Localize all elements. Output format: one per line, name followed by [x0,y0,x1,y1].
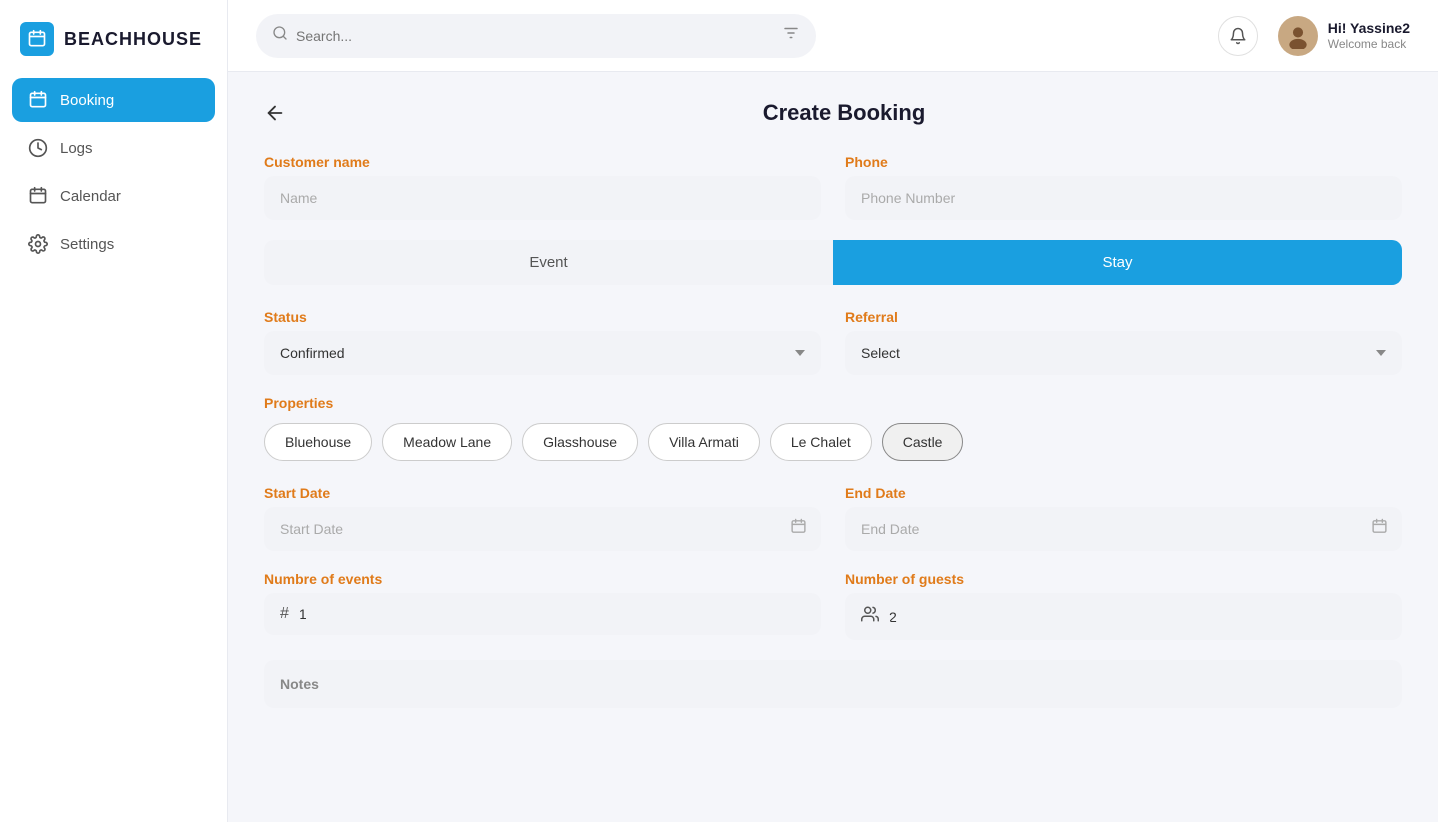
end-date-input[interactable] [845,507,1402,551]
customer-name-col: Customer name [264,154,821,220]
user-name: Hi! Yassine2 [1328,19,1410,37]
header-right: Hi! Yassine2 Welcome back [1218,16,1410,56]
chip-villa-armati[interactable]: Villa Armati [648,423,760,461]
num-events-label: Numbre of events [264,571,821,587]
sidebar-item-booking[interactable]: Booking [12,78,215,122]
calendar-icon [28,186,48,206]
referral-select-wrapper: Select Google Social Media Friend [845,331,1402,375]
avatar [1278,16,1318,56]
chip-glasshouse[interactable]: Glasshouse [522,423,638,461]
phone-col: Phone [845,154,1402,220]
end-date-label: End Date [845,485,1402,501]
settings-icon [28,234,48,254]
chip-castle[interactable]: Castle [882,423,964,461]
chip-meadow-lane[interactable]: Meadow Lane [382,423,512,461]
start-date-wrapper [264,507,821,551]
header: Hi! Yassine2 Welcome back [228,0,1438,72]
customer-phone-row: Customer name Phone [264,154,1402,220]
num-guests-wrapper [845,593,1402,640]
sidebar-item-logs[interactable]: Logs [12,126,215,170]
sidebar: BEACHHOUSE Booking Logs Calendar Setting… [0,0,228,822]
num-guests-col: Number of guests [845,571,1402,640]
properties-section: Properties Bluehouse Meadow Lane Glassho… [264,395,1402,461]
stay-tab-button[interactable]: Stay [833,240,1402,285]
page-title: Create Booking [286,100,1402,126]
start-date-input[interactable] [264,507,821,551]
notes-label: Notes [280,676,1386,692]
notifications-button[interactable] [1218,16,1258,56]
chip-le-chalet[interactable]: Le Chalet [770,423,872,461]
num-events-wrapper: # [264,593,821,635]
properties-label: Properties [264,395,1402,411]
event-tab-button[interactable]: Event [264,240,833,285]
search-icon [272,25,288,46]
status-referral-row: Status Confirmed Pending Cancelled Refer… [264,309,1402,375]
user-text-block: Hi! Yassine2 Welcome back [1328,19,1410,53]
referral-col: Referral Select Google Social Media Frie… [845,309,1402,375]
page-header: Create Booking [264,100,1402,126]
type-toggle-row: Event Stay [264,240,1402,285]
referral-label: Referral [845,309,1402,325]
phone-label: Phone [845,154,1402,170]
notes-section[interactable]: Notes [264,660,1402,708]
referral-select[interactable]: Select Google Social Media Friend [845,331,1402,375]
logs-icon [28,138,48,158]
sidebar-item-settings[interactable]: Settings [12,222,215,266]
sidebar-item-settings-label: Settings [60,236,114,253]
end-date-wrapper [845,507,1402,551]
user-sub: Welcome back [1328,37,1410,53]
chip-bluehouse[interactable]: Bluehouse [264,423,372,461]
end-date-col: End Date [845,485,1402,551]
start-date-col: Start Date [264,485,821,551]
sidebar-item-booking-label: Booking [60,92,114,109]
guests-icon [861,605,879,628]
sidebar-item-calendar[interactable]: Calendar [12,174,215,218]
search-bar[interactable] [256,14,816,58]
hash-icon: # [280,605,289,623]
sidebar-item-logs-label: Logs [60,140,93,157]
search-input[interactable] [296,28,774,44]
back-button[interactable] [264,102,286,124]
sidebar-nav: Booking Logs Calendar Settings [0,78,227,266]
main-area: Hi! Yassine2 Welcome back Create Booking… [228,0,1438,822]
customer-name-label: Customer name [264,154,821,170]
num-guests-input[interactable] [889,609,1386,625]
filter-icon[interactable] [782,24,800,47]
sidebar-item-calendar-label: Calendar [60,188,121,205]
customer-name-input[interactable] [264,176,821,220]
page-content: Create Booking Customer name Phone Event… [228,72,1438,822]
counts-row: Numbre of events # Number of guests [264,571,1402,640]
start-date-label: Start Date [264,485,821,501]
date-row: Start Date End Date [264,485,1402,551]
status-label: Status [264,309,821,325]
sidebar-logo: BEACHHOUSE [0,0,227,78]
phone-input[interactable] [845,176,1402,220]
user-info[interactable]: Hi! Yassine2 Welcome back [1278,16,1410,56]
logo-icon [20,22,54,56]
properties-chips: Bluehouse Meadow Lane Glasshouse Villa A… [264,423,1402,461]
status-select[interactable]: Confirmed Pending Cancelled [264,331,821,375]
num-events-input[interactable] [299,606,805,622]
status-col: Status Confirmed Pending Cancelled [264,309,821,375]
num-guests-label: Number of guests [845,571,1402,587]
logo-text: BEACHHOUSE [64,29,202,50]
num-events-col: Numbre of events # [264,571,821,640]
booking-icon [28,90,48,110]
status-select-wrapper: Confirmed Pending Cancelled [264,331,821,375]
